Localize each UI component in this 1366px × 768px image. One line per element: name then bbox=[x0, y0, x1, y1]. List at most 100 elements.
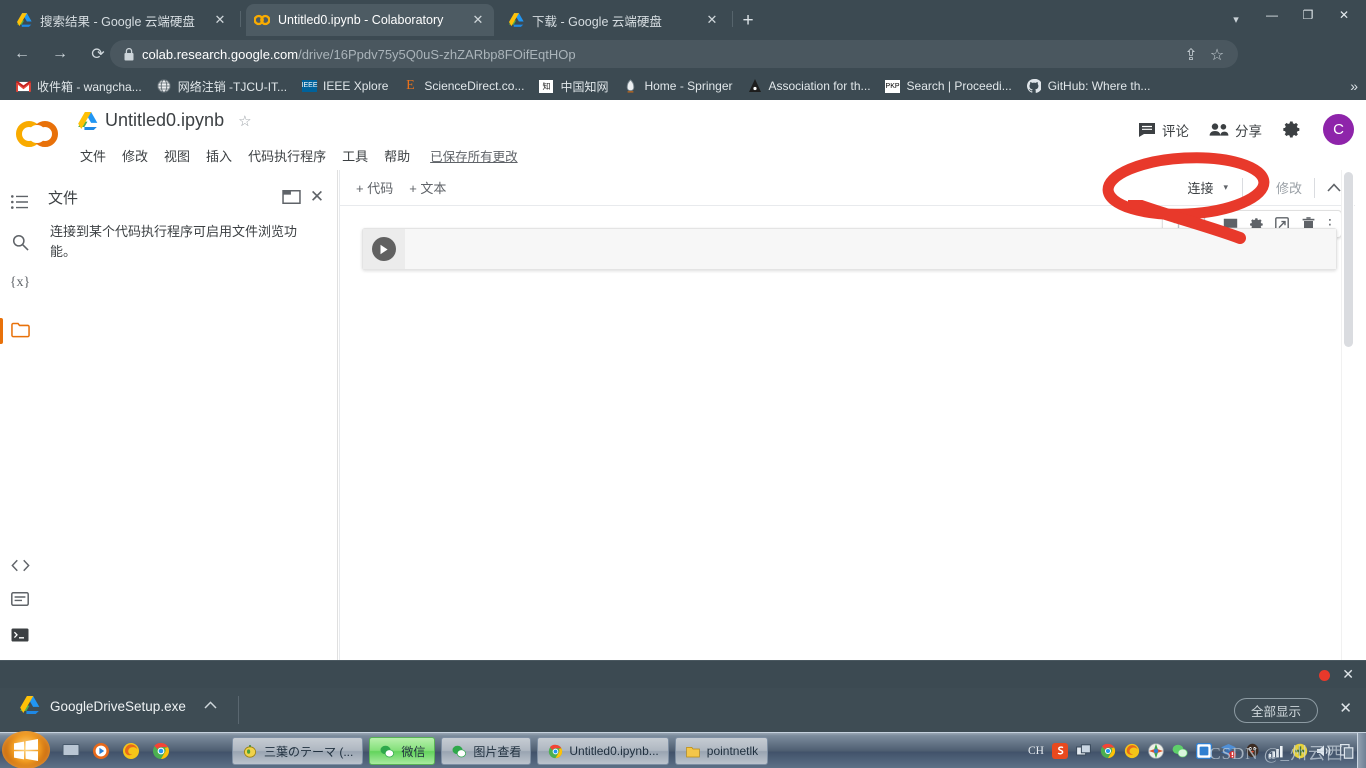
colab-page: Untitled0.ipynb ☆ 文件 修改 视图 插入 代码执行程序 工具 … bbox=[0, 100, 1366, 660]
chevron-down-icon[interactable]: ▾ bbox=[1223, 182, 1228, 193]
download-bar: GoogleDriveSetup.exe 全部显示 ✕ bbox=[0, 688, 1366, 732]
notebook-scrollbar[interactable] bbox=[1341, 170, 1354, 660]
menu-tools[interactable]: 工具 bbox=[334, 144, 376, 167]
close-panel-icon[interactable]: ✕ bbox=[304, 184, 330, 210]
colab-logo[interactable] bbox=[14, 118, 60, 150]
menu-insert[interactable]: 插入 bbox=[198, 144, 240, 167]
pencil-icon bbox=[1255, 179, 1270, 197]
bookmark-label: Home - Springer bbox=[644, 79, 733, 93]
bookmark-item[interactable]: 网络注销 -TJCU-IT... bbox=[149, 75, 294, 97]
new-folder-icon[interactable] bbox=[278, 184, 304, 210]
bookmark-item[interactable]: Association for th... bbox=[740, 75, 878, 97]
download-menu-chevron-icon[interactable] bbox=[204, 700, 217, 712]
bookmark-star-icon[interactable]: ☆ bbox=[1204, 44, 1230, 66]
bookmark-item[interactable]: GitHub: Where th... bbox=[1019, 75, 1158, 97]
taskbar-item[interactable]: Untitled0.ipynb... bbox=[537, 737, 669, 765]
code-cell[interactable] bbox=[362, 228, 1337, 270]
taskbar-item[interactable]: pointnetlk bbox=[674, 737, 769, 765]
back-button[interactable]: ← bbox=[6, 38, 38, 70]
share-icon[interactable]: ⇪ bbox=[1178, 44, 1204, 66]
tab-close-icon[interactable]: ✕ bbox=[212, 12, 228, 28]
wechat-icon[interactable] bbox=[1168, 737, 1192, 765]
show-desktop-button[interactable] bbox=[1357, 733, 1366, 768]
springer-icon bbox=[622, 78, 638, 94]
menu-runtime[interactable]: 代码执行程序 bbox=[240, 144, 334, 167]
menu-file[interactable]: 文件 bbox=[72, 144, 114, 167]
menu-view[interactable]: 视图 bbox=[156, 144, 198, 167]
bookmark-label: 网络注销 -TJCU-IT... bbox=[177, 79, 288, 94]
folder-icon bbox=[685, 743, 701, 759]
menu-help[interactable]: 帮助 bbox=[376, 144, 418, 167]
taskbar-item[interactable]: 微信 bbox=[369, 737, 436, 765]
bookmark-item[interactable]: PKP Search | Proceedi... bbox=[878, 75, 1019, 97]
tab-close-icon[interactable]: ✕ bbox=[704, 12, 720, 28]
share-button[interactable]: 分享 bbox=[1203, 116, 1268, 144]
close-window-button[interactable]: ✕ bbox=[1326, 2, 1362, 28]
screen: 搜索结果 - Google 云端硬盘 ✕ Untitled0.ipynb - C… bbox=[0, 0, 1366, 768]
show-desktop-icon[interactable] bbox=[56, 737, 86, 765]
bookmark-label: 中国知网 bbox=[560, 79, 609, 94]
search-icon[interactable] bbox=[6, 228, 34, 256]
scrollbar-thumb[interactable] bbox=[1344, 172, 1353, 347]
show-all-downloads-button[interactable]: 全部显示 bbox=[1233, 698, 1318, 723]
account-avatar[interactable]: C bbox=[1323, 114, 1354, 145]
bookmarks-overflow-button[interactable]: » bbox=[1350, 78, 1358, 94]
minimize-button[interactable]: — bbox=[1254, 2, 1290, 28]
forward-button[interactable]: → bbox=[44, 38, 76, 70]
files-icon[interactable] bbox=[6, 316, 34, 344]
tab-search-results[interactable]: 搜索结果 - Google 云端硬盘 ✕ bbox=[8, 4, 236, 36]
add-code-cell-button[interactable]: + 代码 bbox=[356, 178, 393, 197]
code-editor[interactable] bbox=[405, 229, 1336, 269]
run-cell-button[interactable] bbox=[363, 229, 405, 269]
chrome-icon[interactable] bbox=[1096, 737, 1120, 765]
tab-close-icon[interactable]: ✕ bbox=[470, 12, 486, 28]
bookmark-item[interactable]: 知 中国知网 bbox=[531, 75, 615, 97]
tab-colab-notebook[interactable]: Untitled0.ipynb - Colaboratory ✕ bbox=[246, 4, 494, 36]
variables-icon[interactable]: {x} bbox=[6, 269, 34, 297]
close-shelf-icon[interactable]: ✕ bbox=[1342, 666, 1354, 683]
ieee-icon: IEEE bbox=[301, 78, 317, 94]
taskbar-item[interactable]: 三葉のテーマ (... bbox=[232, 737, 364, 765]
browser-icon[interactable] bbox=[1144, 737, 1168, 765]
bookmark-item[interactable]: 收件箱 - wangcha... bbox=[8, 75, 149, 97]
wechat-icon bbox=[379, 743, 395, 759]
download-item[interactable]: GoogleDriveSetup.exe bbox=[20, 696, 217, 716]
tab-list-chevron-down-icon[interactable]: ▾ bbox=[1226, 9, 1246, 29]
media-player-icon[interactable] bbox=[86, 737, 116, 765]
tab-downloads[interactable]: 下载 - Google 云端硬盘 ✕ bbox=[500, 4, 728, 36]
new-tab-button[interactable]: + bbox=[736, 9, 760, 33]
omnibox-actions: ⇪ ☆ bbox=[1178, 44, 1230, 66]
code-snippets-icon[interactable] bbox=[6, 551, 34, 579]
toc-icon[interactable] bbox=[6, 188, 34, 216]
firefox-icon[interactable] bbox=[116, 737, 146, 765]
close-download-bar-icon[interactable]: ✕ bbox=[1339, 699, 1352, 717]
taskbar-item[interactable]: 图片查看 bbox=[441, 737, 532, 765]
notebook-toolbar: + 代码 + 文本 连接 ▾ 修改 bbox=[340, 170, 1355, 206]
settings-button[interactable] bbox=[1276, 116, 1313, 143]
colab-menubar: 文件 修改 视图 插入 代码执行程序 工具 帮助 已保存所有更改 bbox=[72, 144, 518, 167]
address-bar[interactable]: colab.research.google.com/drive/16Ppdv75… bbox=[110, 40, 1238, 68]
star-icon[interactable]: ☆ bbox=[238, 112, 251, 130]
media-icon bbox=[242, 743, 258, 759]
bookmark-item[interactable]: Home - Springer bbox=[615, 75, 739, 97]
terminal-icon[interactable] bbox=[6, 621, 34, 649]
bookmark-item[interactable]: E ScienceDirect.co... bbox=[395, 75, 531, 97]
windows-logo-icon bbox=[13, 739, 39, 761]
toolbar-divider bbox=[1241, 177, 1243, 198]
windows-flip-icon[interactable] bbox=[1072, 737, 1096, 765]
firefox-icon[interactable] bbox=[1120, 737, 1144, 765]
chrome-icon[interactable] bbox=[146, 737, 176, 765]
comment-button[interactable]: 评论 bbox=[1132, 116, 1195, 144]
bookmark-item[interactable]: IEEE IEEE Xplore bbox=[294, 75, 395, 97]
start-button[interactable] bbox=[2, 731, 50, 768]
sogou-icon[interactable] bbox=[1048, 737, 1072, 765]
input-method-indicator[interactable]: CH bbox=[1024, 737, 1048, 765]
edit-mode-button[interactable]: 修改 bbox=[1249, 174, 1308, 201]
maximize-button[interactable]: ❐ bbox=[1290, 2, 1326, 28]
notebook-title[interactable]: Untitled0.ipynb bbox=[105, 110, 224, 131]
menu-edit[interactable]: 修改 bbox=[114, 144, 156, 167]
connect-button[interactable]: 连接 ▾ bbox=[1179, 174, 1236, 201]
save-status[interactable]: 已保存所有更改 bbox=[430, 146, 518, 165]
add-text-cell-button[interactable]: + 文本 bbox=[409, 178, 446, 197]
command-palette-icon[interactable] bbox=[6, 585, 34, 613]
